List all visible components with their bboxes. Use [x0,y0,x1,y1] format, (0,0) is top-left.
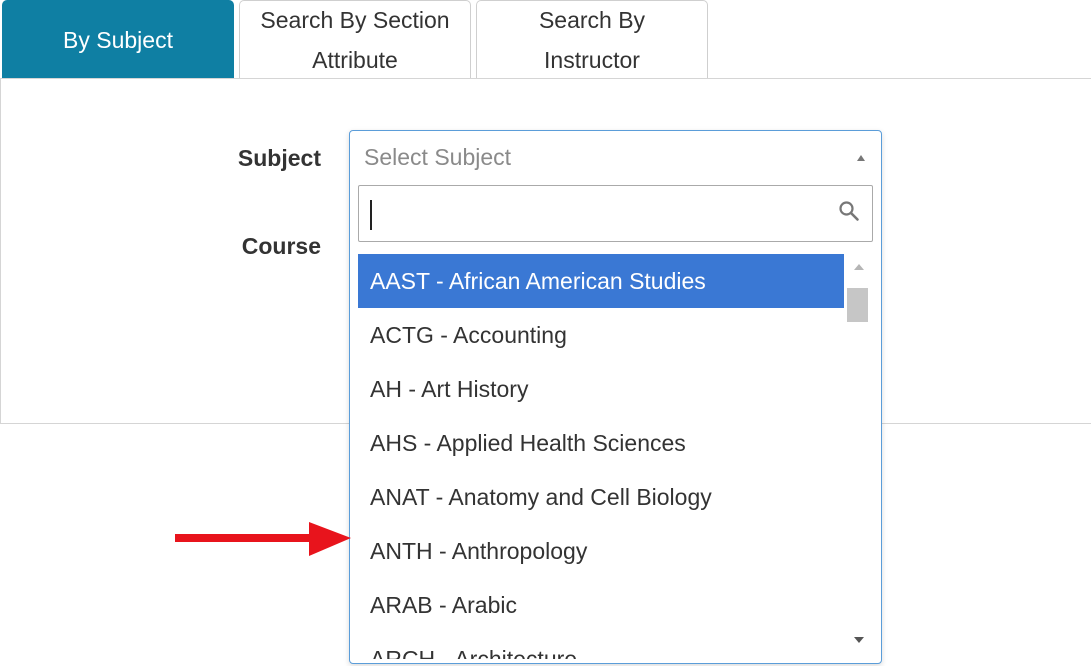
subject-search-field[interactable] [358,185,873,242]
scroll-down-icon[interactable] [854,637,864,643]
subject-select-toggle[interactable]: Select Subject [350,131,881,183]
text-cursor [370,200,372,230]
subject-option[interactable]: AAST - African American Studies [358,254,844,308]
subject-option[interactable]: ARAB - Arabic [358,578,844,632]
tab-label-line2: Instructor [544,47,640,73]
tab-search-by-section-attribute[interactable]: Search By Section Attribute [239,0,471,79]
course-label: Course [241,233,321,259]
subject-select[interactable]: Select Subject AAST - African American S… [349,130,882,664]
subject-option[interactable]: ARCH - Architecture [358,632,844,659]
subject-option[interactable]: AH - Art History [358,362,844,416]
caret-up-icon [857,155,865,161]
subject-option[interactable]: ANTH - Anthropology [358,524,844,578]
tab-by-subject[interactable]: By Subject [2,0,234,79]
subject-option[interactable]: ANAT - Anatomy and Cell Biology [358,470,844,524]
tab-label-line2: Attribute [312,47,398,73]
scrollbar-thumb[interactable] [847,288,868,322]
subject-options-list: AAST - African American Studies ACTG - A… [358,254,844,659]
scroll-up-icon[interactable] [854,264,864,270]
tab-label-line1: Search By [538,7,646,33]
subject-label: Subject [237,145,321,171]
red-arrow-icon [175,522,351,556]
subject-search-input[interactable] [359,186,829,240]
subject-option[interactable]: ACTG - Accounting [358,308,844,362]
tab-label: By Subject [63,27,173,53]
subject-option[interactable]: AHS - Applied Health Sciences [358,416,844,470]
tab-search-by-instructor[interactable]: Search By Instructor [476,0,708,79]
subject-select-placeholder: Select Subject [364,143,512,170]
search-icon [839,201,859,221]
options-scrollbar[interactable] [845,254,873,659]
tab-label-line1: Search By Section [260,7,450,33]
